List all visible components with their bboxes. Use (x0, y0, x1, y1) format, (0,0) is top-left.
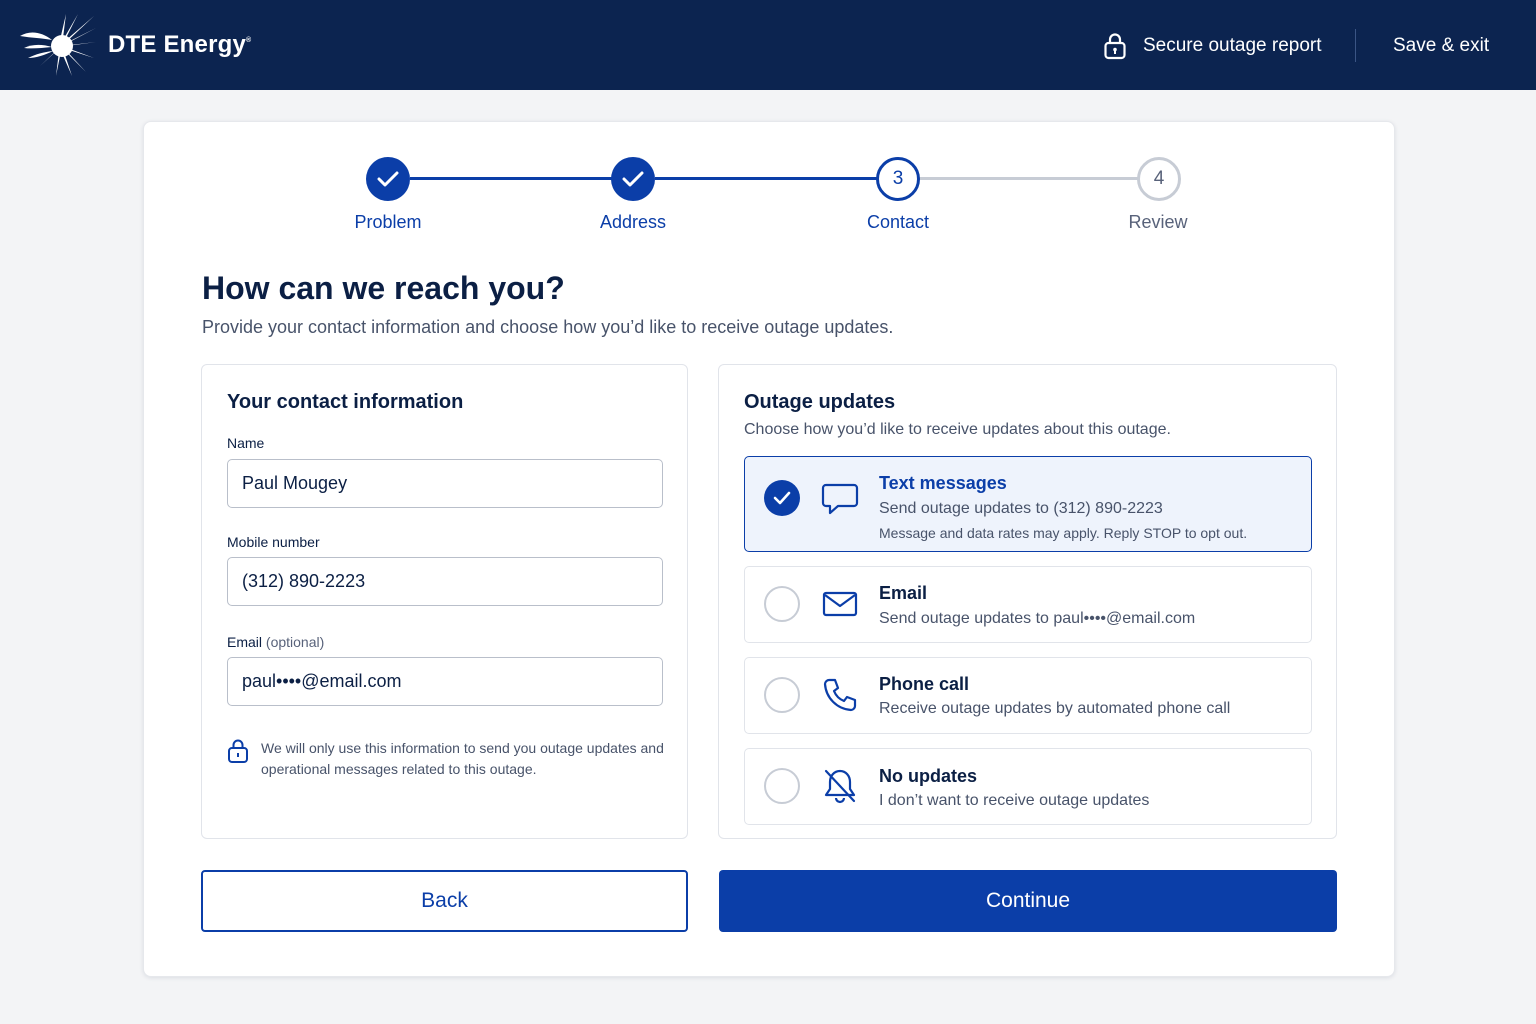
email-radio[interactable] (764, 586, 800, 622)
contact-info-title: Your contact information (227, 391, 464, 413)
phone-call-desc: Receive outage updates by automated phon… (879, 700, 1231, 717)
step-review-indicator: 4 (1137, 157, 1181, 201)
no-updates-title: No updates (879, 766, 978, 786)
header-divider (1355, 29, 1356, 62)
email-input[interactable] (227, 657, 663, 706)
option-email[interactable]: Email Send outage updates to paul••••@em… (744, 566, 1312, 643)
bell-off-icon (824, 769, 856, 804)
mobile-label: Mobile number (227, 534, 320, 550)
step-problem-indicator (366, 157, 410, 201)
email-option-title: Email (879, 583, 928, 603)
outage-updates-panel: Outage updates Choose how you’d like to … (718, 364, 1337, 839)
option-phone-call[interactable]: Phone call Receive outage updates by aut… (744, 657, 1312, 734)
privacy-note: We will only use this information to sen… (227, 738, 671, 780)
name-input[interactable] (227, 459, 663, 508)
name-label: Name (227, 435, 265, 451)
outage-updates-title: Outage updates (744, 391, 896, 413)
checkmark-icon (622, 171, 644, 187)
lock-icon (1104, 33, 1126, 60)
email-optional-hint: (optional) (265, 634, 325, 650)
phone-icon (823, 678, 857, 712)
text-messages-title: Text messages (879, 473, 1007, 493)
dte-logo-icon (20, 14, 96, 76)
text-messages-note: Message and data rates may apply. Reply … (879, 525, 1248, 541)
page-title: How can we reach you? (202, 270, 565, 306)
step-connector-3 (919, 177, 1139, 180)
outage-updates-subtitle: Choose how you’d like to receive updates… (744, 421, 1171, 438)
mobile-number-input[interactable] (227, 557, 663, 606)
step-problem-label: Problem (354, 212, 422, 232)
brand-logo[interactable]: DTE Energy® (18, 14, 251, 76)
envelope-icon (822, 591, 858, 617)
phone-call-title: Phone call (879, 674, 970, 694)
step-contact-indicator: 3 (876, 157, 920, 201)
chat-bubble-icon (821, 483, 859, 515)
email-label: Email (optional) (227, 634, 324, 650)
secure-report-label: Secure outage report (1143, 35, 1322, 56)
save-exit-link[interactable]: Save & exit (1393, 35, 1489, 57)
checkmark-icon (377, 171, 399, 187)
step-connector-1 (410, 177, 613, 180)
step-review-label: Review (1128, 212, 1188, 232)
page-subtitle: Provide your contact information and cho… (202, 317, 894, 337)
option-text-messages[interactable]: Text messages Send outage updates to (31… (744, 456, 1312, 552)
lock-icon (228, 739, 248, 763)
email-option-desc: Send outage updates to paul••••@email.co… (879, 610, 1196, 627)
brand-name: DTE Energy® (108, 31, 252, 58)
continue-button[interactable]: Continue (719, 870, 1337, 932)
step-connector-2 (655, 177, 879, 180)
no-updates-radio[interactable] (764, 768, 800, 804)
step-address-indicator (611, 157, 655, 201)
step-contact-label: Contact (866, 212, 930, 232)
checkmark-icon (773, 491, 791, 505)
text-messages-radio[interactable] (764, 480, 800, 516)
phone-call-radio[interactable] (764, 677, 800, 713)
option-no-updates[interactable]: No updates I don’t want to receive outag… (744, 748, 1312, 825)
top-bar: DTE Energy® Secure outage report Save & … (0, 0, 1536, 90)
step-address-label: Address (599, 212, 667, 232)
email-label-text: Email (227, 634, 263, 650)
back-button[interactable]: Back (201, 870, 688, 932)
contact-info-panel: Your contact information Name Mobile num… (201, 364, 688, 839)
text-messages-desc: Send outage updates to (312) 890-2223 (879, 500, 1163, 517)
no-updates-desc: I don’t want to receive outage updates (879, 792, 1150, 809)
privacy-note-text: We will only use this information to sen… (261, 740, 664, 777)
secure-report-indicator: Secure outage report (1103, 32, 1322, 60)
